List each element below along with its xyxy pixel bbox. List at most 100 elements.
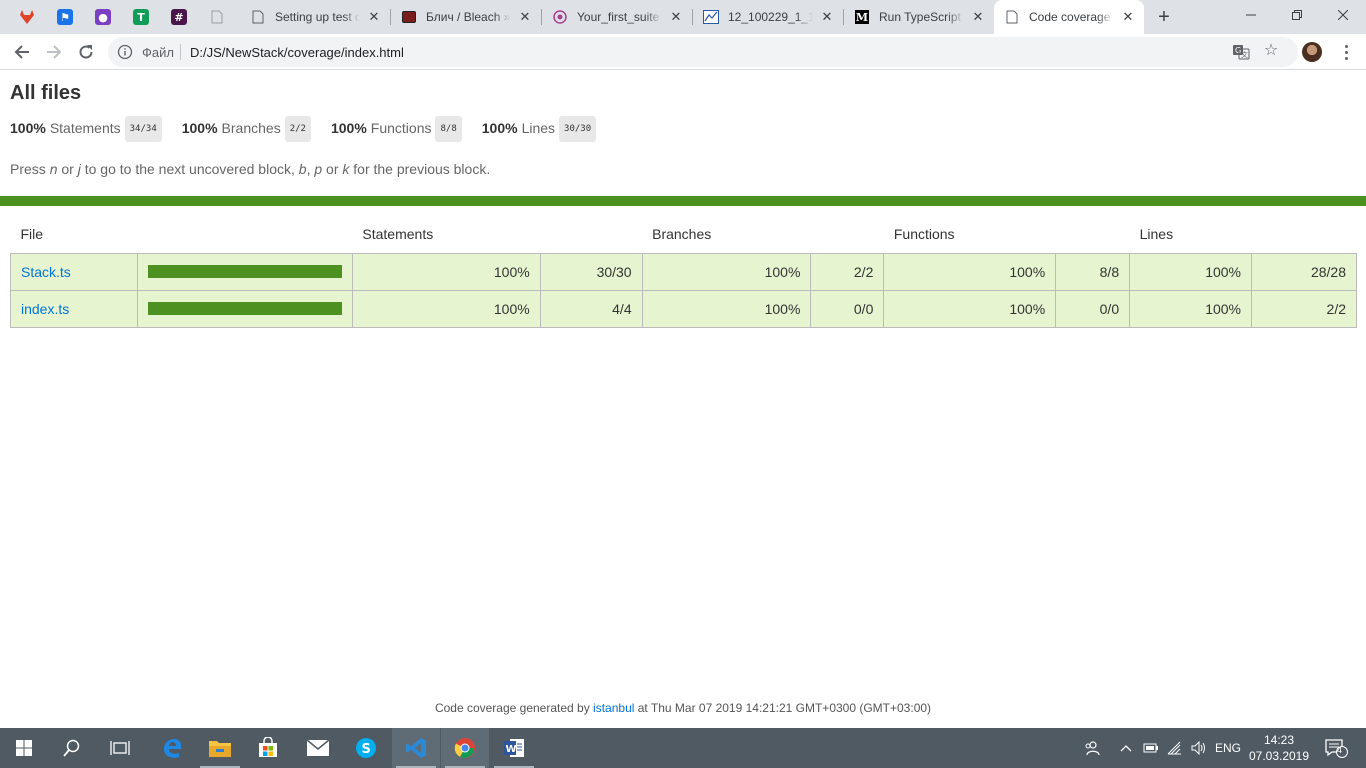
istanbul-link[interactable]: istanbul: [593, 701, 634, 715]
windows-start-icon: [16, 740, 32, 756]
pinned-tab-slack[interactable]: #: [160, 0, 198, 34]
page-footer: Code coverage generated by istanbul at T…: [0, 701, 1366, 715]
close-icon[interactable]: ✕: [366, 9, 382, 25]
summary-pct: 100%: [181, 120, 218, 136]
info-icon[interactable]: [117, 44, 133, 60]
battery-button[interactable]: [1140, 728, 1162, 768]
tab-run-typescript[interactable]: M Run TypeScript f ✕: [844, 0, 994, 34]
gitlab-icon: [19, 9, 35, 25]
column-header-branches[interactable]: Branches: [642, 216, 884, 253]
flag-icon: ⚑: [57, 9, 73, 25]
file-link[interactable]: index.ts: [10, 289, 138, 328]
close-icon[interactable]: ✕: [1120, 9, 1136, 25]
browser-tab-strip: ⚑ ● T # Setting up test c ✕ Блич / Bleac…: [0, 0, 1366, 34]
statements-count: 30/30: [539, 252, 643, 291]
tab-your-first-suite[interactable]: Your_first_suite ✕: [542, 0, 692, 34]
reload-button[interactable]: [72, 38, 100, 66]
taskbar-edge[interactable]: [148, 728, 196, 768]
word-icon: W: [504, 739, 524, 757]
summary-pct: 100%: [330, 120, 367, 136]
tab-code-coverage[interactable]: Code coverage r ✕: [994, 0, 1144, 34]
new-tab-button[interactable]: +: [1152, 5, 1176, 29]
notification-count: 4: [1337, 745, 1343, 755]
avatar[interactable]: [1302, 42, 1322, 62]
pinned-tab-gitlab[interactable]: [8, 0, 46, 34]
close-icon[interactable]: ✕: [668, 9, 684, 25]
medium-icon: M: [855, 10, 869, 24]
summary-fraction: 2/2: [284, 116, 311, 142]
anime-icon: [401, 9, 417, 25]
close-icon[interactable]: ✕: [970, 9, 986, 25]
translate-icon[interactable]: G文: [1232, 43, 1250, 61]
pinned-tab-meetup[interactable]: ●: [84, 0, 122, 34]
svg-text:S: S: [362, 742, 371, 757]
bookmark-star-icon[interactable]: ☆: [1262, 42, 1280, 60]
functions-count: 0/0: [1055, 289, 1131, 328]
address-bar[interactable]: Файл D:/JS/NewStack/coverage/index.html …: [108, 37, 1298, 67]
lines-count: 28/28: [1251, 252, 1357, 291]
functions-pct: 100%: [883, 289, 1057, 328]
close-icon[interactable]: ✕: [819, 9, 835, 25]
search-button[interactable]: [48, 728, 96, 768]
taskbar-store[interactable]: [244, 728, 292, 768]
skype-icon: S: [356, 738, 376, 758]
tab-title: Run TypeScript f: [879, 10, 964, 24]
window-close-button[interactable]: [1320, 0, 1366, 30]
start-button[interactable]: [0, 728, 48, 768]
arrow-right-icon: [47, 45, 62, 59]
minimize-button[interactable]: [1228, 0, 1274, 30]
column-header-statements[interactable]: Statements: [352, 216, 642, 253]
forward-button[interactable]: [40, 38, 68, 66]
column-header-file[interactable]: File: [11, 216, 138, 253]
column-header-lines[interactable]: Lines: [1130, 216, 1357, 253]
close-icon[interactable]: ✕: [517, 9, 533, 25]
file-link[interactable]: Stack.ts: [10, 252, 138, 291]
taskbar-file-explorer[interactable]: [196, 728, 244, 768]
url-scheme-label: Файл: [142, 45, 174, 60]
functions-count: 8/8: [1055, 252, 1131, 291]
language-indicator[interactable]: ENG: [1212, 728, 1244, 768]
statements-pct: 100%: [351, 289, 541, 328]
table-header-row: File Statements Branches Functions Lines: [11, 216, 1357, 253]
taskbar-skype[interactable]: S: [342, 728, 390, 768]
volume-button[interactable]: [1188, 728, 1210, 768]
task-view-icon: [110, 741, 130, 755]
footer-text: Code coverage generated by: [434, 701, 594, 715]
lines-pct: 100%: [1129, 252, 1252, 291]
tab-setting-up-test[interactable]: Setting up test c ✕: [240, 0, 390, 34]
tab-title: Setting up test c: [275, 10, 360, 24]
show-hidden-icons-button[interactable]: [1116, 728, 1136, 768]
svg-text:W: W: [506, 744, 517, 755]
restore-button[interactable]: [1274, 0, 1320, 30]
summary-pct: 100%: [10, 120, 46, 136]
menu-dots-icon[interactable]: [1336, 42, 1356, 62]
coverage-page: All files 100% Statements 34/34 100% Bra…: [0, 71, 1366, 728]
edge-icon: [164, 739, 182, 758]
taskbar-mail[interactable]: [294, 728, 342, 768]
system-clock[interactable]: 14:23 07.03.2019: [1246, 732, 1312, 764]
people-button[interactable]: [1078, 728, 1106, 768]
wifi-button[interactable]: [1164, 728, 1186, 768]
taskbar-chrome[interactable]: [441, 728, 489, 768]
taskbar-vscode[interactable]: [392, 728, 440, 768]
speaker-icon: [1191, 741, 1205, 755]
column-header-functions[interactable]: Functions: [884, 216, 1130, 253]
taskbar-word[interactable]: W: [490, 728, 538, 768]
pinned-tab-sheets[interactable]: T: [122, 0, 160, 34]
vscode-icon: [406, 738, 426, 758]
wifi-icon: [1167, 741, 1181, 755]
tab-bleach[interactable]: Блич / Bleach » ✕: [391, 0, 541, 34]
task-view-button[interactable]: [96, 728, 144, 768]
functions-pct: 100%: [883, 252, 1057, 291]
pinned-tab-flag[interactable]: ⚑: [46, 0, 84, 34]
url-text[interactable]: D:/JS/NewStack/coverage/index.html: [190, 45, 404, 60]
back-button[interactable]: [8, 38, 36, 66]
clock-date: 07.03.2019: [1248, 749, 1310, 763]
coverage-bar: [147, 302, 342, 315]
action-center-button[interactable]: 4: [1318, 728, 1354, 768]
summary-label: Lines: [521, 120, 556, 136]
tab-document-pdf[interactable]: 12_100229_1_119 ✕: [693, 0, 843, 34]
coverage-bar-cell: [136, 252, 353, 291]
chevron-up-icon: [1120, 745, 1132, 752]
pinned-tab-document[interactable]: [198, 0, 236, 34]
